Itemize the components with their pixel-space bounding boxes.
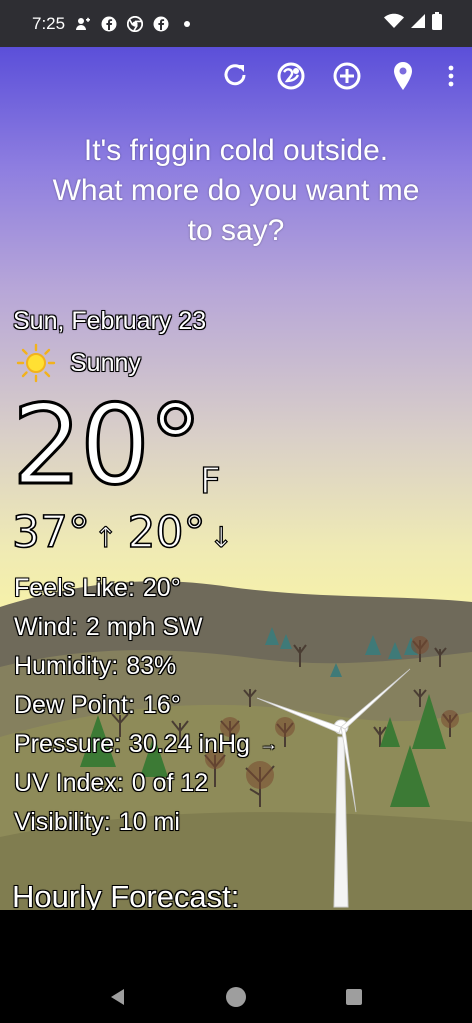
- humidity-label: Humidity:: [14, 652, 119, 680]
- facebook-icon: [153, 16, 169, 32]
- temperature-unit: F: [199, 460, 221, 502]
- pressure-label: Pressure:: [14, 730, 121, 758]
- recents-button[interactable]: [341, 984, 367, 1010]
- dew-point-row: Dew Point: 16°: [14, 686, 278, 725]
- status-bar: 7:25: [0, 0, 472, 47]
- pressure-value: 30.24 inHg: [128, 730, 250, 758]
- cell-signal-icon: [410, 13, 426, 34]
- recents-icon: [346, 989, 362, 1005]
- condition-row: Sunny: [16, 343, 141, 383]
- location-button[interactable]: [388, 61, 418, 91]
- headline: It's friggin cold outside. What more do …: [0, 131, 472, 251]
- arrow-down-icon: ↓: [209, 520, 234, 554]
- more-vert-icon: [448, 65, 454, 87]
- uv-index-row: UV Index: 0 of 12: [14, 764, 278, 803]
- back-button[interactable]: [105, 984, 131, 1010]
- wind-label: Wind:: [14, 613, 78, 641]
- weather-scene: It's friggin cold outside. What more do …: [0, 47, 472, 910]
- facebook-icon: [101, 16, 117, 32]
- headline-line-3: to say?: [187, 214, 285, 247]
- location-pin-icon: [394, 62, 412, 90]
- back-icon: [111, 989, 124, 1005]
- more-options-button[interactable]: [444, 61, 458, 91]
- feels-like-label: Feels Like:: [14, 574, 135, 602]
- battery-icon: [432, 12, 442, 35]
- dot-icon: [179, 16, 195, 32]
- toolbar: [220, 61, 458, 91]
- status-time: 7:25: [32, 13, 66, 33]
- home-button[interactable]: [223, 984, 249, 1010]
- current-temperature: 20°: [11, 381, 205, 509]
- refresh-icon: [224, 64, 246, 86]
- condition-label: Sunny: [70, 348, 141, 377]
- system-nav-bar: [0, 910, 472, 1023]
- feels-like-row: Feels Like: 20°: [14, 569, 278, 608]
- pressure-row: Pressure: 30.24 inHg →: [14, 725, 278, 764]
- wind-row: Wind: 2 mph SW: [14, 608, 278, 647]
- headline-line-2: What more do you want me: [52, 174, 420, 207]
- feels-like-value: 20°: [142, 574, 181, 602]
- add-location-icon: [333, 62, 361, 90]
- radar-button[interactable]: [276, 61, 306, 91]
- high-low: 37° ↑ 20° ↓: [11, 506, 239, 559]
- status-left: 7:25: [32, 14, 195, 34]
- visibility-row: Visibility: 10 mi: [14, 803, 278, 842]
- dew-point-value: 16°: [142, 691, 181, 719]
- pressure-trend-icon: →: [259, 734, 278, 754]
- person-add-icon: [75, 16, 91, 32]
- humidity-value: 83%: [126, 652, 177, 680]
- status-right: [384, 12, 442, 35]
- radar-icon: [277, 62, 305, 90]
- forecast-date: Sun, February 23: [13, 307, 207, 335]
- refresh-button[interactable]: [220, 61, 250, 91]
- wind-value: 2 mph SW: [85, 613, 203, 641]
- arrow-up-icon: ↑: [93, 520, 118, 554]
- hourly-forecast-title: Hourly Forecast:: [12, 879, 240, 910]
- visibility-value: 10 mi: [118, 808, 180, 836]
- visibility-label: Visibility:: [14, 808, 111, 836]
- home-icon: [226, 987, 246, 1007]
- weather-details: Feels Like: 20° Wind: 2 mph SW Humidity:…: [14, 569, 278, 842]
- chrome-icon: [127, 15, 144, 32]
- humidity-row: Humidity: 83%: [14, 647, 278, 686]
- sun-icon: [16, 343, 56, 383]
- uv-index-value: 0 of 12: [131, 769, 209, 797]
- dew-point-label: Dew Point:: [14, 691, 135, 719]
- headline-line-1: It's friggin cold outside.: [83, 134, 389, 167]
- high-temperature: 37°: [11, 506, 91, 559]
- low-temperature: 20°: [127, 506, 207, 559]
- uv-index-label: UV Index:: [14, 769, 124, 797]
- wifi-icon: [384, 13, 404, 34]
- add-location-button[interactable]: [332, 61, 362, 91]
